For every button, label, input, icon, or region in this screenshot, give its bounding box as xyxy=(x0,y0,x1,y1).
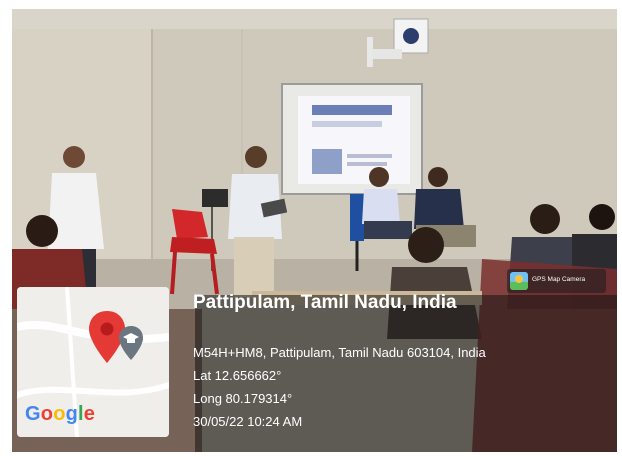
latitude-line: Lat 12.656662° xyxy=(193,368,282,383)
google-logo: Google xyxy=(25,403,96,425)
gps-map-camera-label: GPS Map Camera xyxy=(532,276,586,283)
longitude-line: Long 80.179314° xyxy=(193,391,293,406)
location-title: Pattipulam, Tamil Nadu, India xyxy=(193,292,457,313)
gps-map-camera-badge: GPS Map Camera xyxy=(507,269,606,293)
datetime-line: 30/05/22 10:24 AM xyxy=(193,414,303,429)
address-line: M54H+HM8, Pattipulam, Tamil Nadu 603104,… xyxy=(193,345,486,360)
gps-map-camera-icon xyxy=(510,272,528,290)
graduation-cap-marker-icon xyxy=(119,326,143,360)
map-thumbnail: Google xyxy=(17,287,169,437)
